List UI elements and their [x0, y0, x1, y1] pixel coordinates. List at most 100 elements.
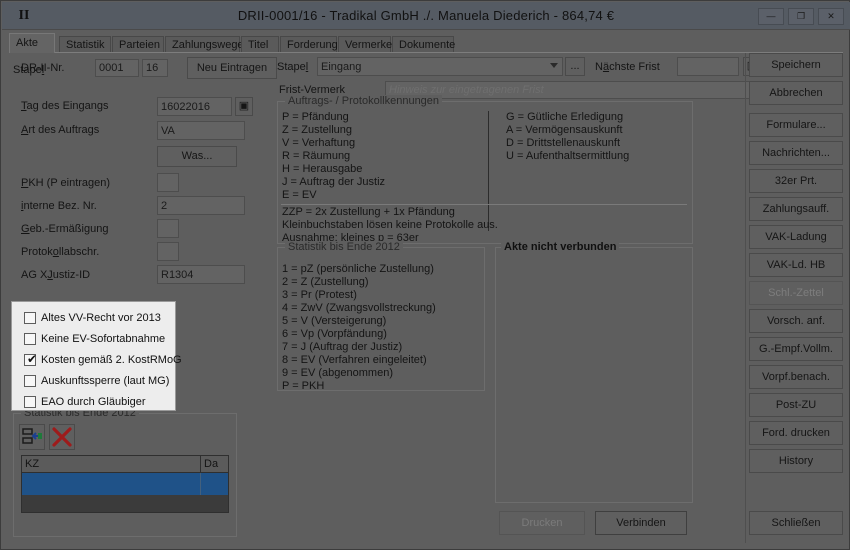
tab-forderung[interactable]: Forderung [280, 36, 338, 53]
sidebar-button-vak-ladung[interactable]: VAK-Ladung [749, 225, 843, 249]
ag-xjustiz-id-label: AG XJustiz-ID [21, 269, 91, 281]
statistik-legend-line: 6 = Vp (Vorpfändung) [282, 328, 387, 340]
sidebar-button-nachrichten[interactable]: Nachrichten... [749, 141, 843, 165]
statistik-legend-line: 9 = EV (abgenommen) [282, 367, 393, 379]
kennung-line: E = EV [282, 189, 317, 201]
kennungen-hrule [281, 204, 687, 205]
sidebar-button-ford-drucken[interactable]: Ford. drucken [749, 421, 843, 445]
options-popup-panel: Altes VV-Recht vor 2013 Keine EV-Soforta… [11, 301, 182, 411]
delete-row-icon [52, 427, 72, 447]
insert-row-button[interactable] [19, 424, 45, 450]
art-des-auftrags-field[interactable]: VA [157, 121, 245, 140]
action-sidebar: Speichern Abbrechen Formulare... Nachric… [745, 53, 845, 543]
interne-bez-nr-field[interactable]: 2 [157, 196, 245, 215]
sidebar-button-post-zu[interactable]: Post-ZU [749, 393, 843, 417]
calendar-icon: ▣ [238, 100, 250, 112]
protokollabschr-field[interactable] [157, 242, 179, 261]
geb-ermaessigung-field[interactable] [157, 219, 179, 238]
stapel-combobox[interactable]: Eingang [317, 57, 563, 76]
statistik-table[interactable]: KZ Da [21, 455, 229, 513]
sidebar-button-history[interactable]: History [749, 449, 843, 473]
tab-dokumente[interactable]: Dokumente [392, 36, 455, 53]
checkmark-icon: ✔ [26, 352, 38, 366]
sidebar-button-vorsch-anf[interactable]: Vorsch. anf. [749, 309, 843, 333]
drii-number-field[interactable]: 0001 [95, 59, 139, 77]
tag-des-eingangs-field[interactable]: 16022016 [157, 97, 232, 116]
ag-xjustiz-id-field[interactable]: R1304 [157, 265, 245, 284]
table-header-row: KZ Da [22, 456, 228, 473]
drucken-button[interactable]: Drucken [499, 511, 585, 535]
checkbox-auskunftssperre[interactable] [24, 375, 36, 387]
close-button[interactable]: ✕ [818, 8, 844, 25]
art-des-auftrags-label: Art des Auftrags [21, 124, 100, 136]
akte-verbunden-title: Akte nicht verbunden [501, 241, 620, 253]
statistik-legend-line: P = PKH [282, 380, 325, 392]
sidebar-button-schliessen[interactable]: Schließen [749, 511, 843, 535]
interne-bez-nr-label: interne Bez. Nr. [21, 200, 97, 212]
maximize-icon: ❐ [796, 11, 806, 21]
close-icon: ✕ [827, 11, 835, 21]
tab-bar: Akte Statistik Parteien Zahlungswege Tit… [9, 33, 843, 53]
sidebar-button-g-empf-vollm[interactable]: G.-Empf.Vollm. [749, 337, 843, 361]
maximize-button[interactable]: ❐ [788, 8, 814, 25]
verbinden-button[interactable]: Verbinden [595, 511, 687, 535]
statistik-legend-line: 7 = J (Auftrag der Justiz) [282, 341, 403, 353]
sidebar-button-formulare[interactable]: Formulare... [749, 113, 843, 137]
was-button[interactable]: Was... [157, 146, 237, 167]
checkbox-altes-vv-recht[interactable] [24, 312, 36, 324]
statistik-legend-line: 1 = pZ (persönliche Zustellung) [282, 263, 434, 275]
cell-da [202, 473, 230, 489]
tab-zahlungswege[interactable]: Zahlungswege [165, 36, 244, 53]
statistik-legend-line: 5 = V (Versteigerung) [282, 315, 387, 327]
neu-eintragen-button[interactable]: Neu Eintragen [187, 57, 277, 79]
tab-vermerke[interactable]: Vermerke [338, 36, 392, 53]
minimize-icon: — [766, 11, 776, 21]
tab-titel[interactable]: Titel [241, 36, 279, 53]
column-header-da[interactable]: Da [200, 456, 230, 472]
table-row[interactable] [22, 473, 228, 495]
kennung-line: R = Räumung [282, 150, 351, 162]
checkbox-eao-durch-glaeubiger[interactable] [24, 396, 36, 408]
checkbox-keine-ev-sofortabnahme[interactable] [24, 333, 36, 345]
statistik-legend-line: 8 = EV (Verfahren eingeleitet) [282, 354, 427, 366]
tab-statistik[interactable]: Statistik [59, 36, 111, 53]
sidebar-divider [745, 53, 746, 543]
checkbox-kosten-kostrmog[interactable]: ✔ [24, 352, 38, 366]
sidebar-button-vorpf-benach[interactable]: Vorpf.benach. [749, 365, 843, 389]
option-label: Altes VV-Recht vor 2013 [41, 312, 161, 324]
stapel-label-text: Stapel [277, 61, 309, 73]
tab-parteien[interactable]: Parteien [112, 36, 164, 53]
calendar-icon-button-eingang[interactable]: ▣ [235, 97, 253, 116]
minimize-button[interactable]: — [758, 8, 784, 25]
naechste-frist-label: Nächste Frist [595, 61, 660, 73]
option-label: Auskunftssperre (laut MG) [41, 375, 170, 387]
option-label: EAO durch Gläubiger [41, 396, 146, 408]
akte-verbunden-group [495, 247, 693, 503]
sidebar-button-vak-ld-hb[interactable]: VAK-Ld. HB [749, 253, 843, 277]
kennungen-group-title: Auftrags- / Protokollkennungen [285, 95, 443, 107]
drii-year-field[interactable]: 16 [142, 59, 168, 77]
title-bar: II DRII-0001/16 - Tradikal GmbH ./. Manu… [2, 2, 850, 30]
pkh-field[interactable] [157, 173, 179, 192]
column-header-kz[interactable]: KZ [22, 456, 200, 472]
kennung-footnote: Kleinbuchstaben lösen keine Protokolle a… [282, 219, 498, 231]
kennung-line: G = Gütliche Erledigung [506, 111, 624, 123]
naechste-frist-field[interactable] [677, 57, 739, 76]
cell-divider [200, 473, 201, 495]
kennungen-divider [488, 111, 489, 231]
stapel-label: Stapel [13, 64, 45, 76]
sidebar-button-schl-zettel[interactable]: Schl.-Zettel [749, 281, 843, 305]
kennung-line: J = Auftrag der Justiz [282, 176, 386, 188]
cell-kz [22, 473, 200, 489]
sidebar-button-zahlungsauff[interactable]: Zahlungsauff. [749, 197, 843, 221]
sidebar-button-32er-prt[interactable]: 32er Prt. [749, 169, 843, 193]
tab-akte[interactable]: Akte [9, 33, 55, 53]
statistik-legend-line: 4 = ZwV (Zwangsvollstreckung) [282, 302, 436, 314]
geb-ermaessigung-label: Geb.-Ermäßigung [21, 223, 109, 235]
sidebar-button-speichern[interactable]: Speichern [749, 53, 843, 77]
sidebar-button-abbrechen[interactable]: Abbrechen [749, 81, 843, 105]
stapel-ellipsis-button[interactable]: ... [565, 57, 585, 76]
delete-row-button[interactable] [49, 424, 75, 450]
statistik-legend-title: Statistik bis Ende 2012 [285, 241, 403, 253]
option-label: Kosten gemäß 2. KostRMoG [41, 354, 182, 366]
